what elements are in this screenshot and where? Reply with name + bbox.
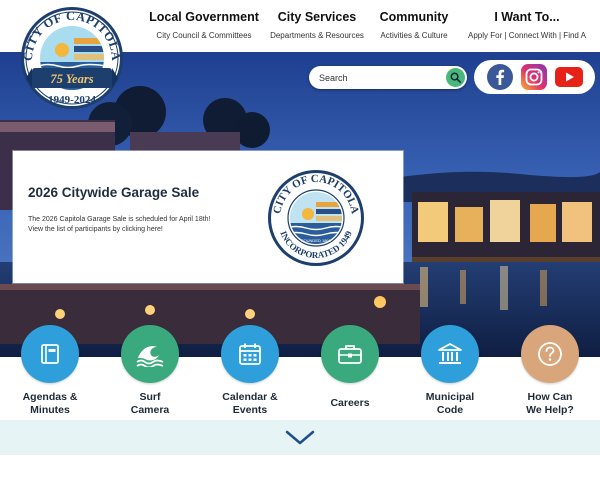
book-icon (41, 344, 59, 364)
quick-link-careers[interactable]: Careers (300, 321, 400, 410)
featured-news-card[interactable]: 2026 Citywide Garage Sale The 2026 Capit… (13, 151, 403, 283)
logo-years-text: 1949-2024 (48, 94, 96, 106)
calendar-icon (239, 343, 261, 365)
social-links (474, 60, 595, 94)
featured-news-text: The 2026 Capitola Garage Sale is schedul… (28, 216, 211, 233)
quick-link-label[interactable]: Municipal Code (400, 391, 500, 416)
quick-link-label[interactable]: How Can We Help? (500, 391, 600, 416)
quick-link-circle[interactable] (321, 325, 379, 383)
quick-link-agendas-minutes[interactable]: Agendas & Minutes (0, 321, 100, 416)
youtube-icon (555, 67, 583, 87)
nav-city-services[interactable]: City Services Departments & Resources (264, 10, 370, 40)
nav-subtitle[interactable]: Activities & Culture (372, 31, 456, 40)
facebook-icon (487, 64, 513, 90)
instagram-link[interactable] (521, 64, 547, 90)
facebook-link[interactable] (487, 64, 513, 90)
quick-link-circle[interactable] (221, 325, 279, 383)
nav-title[interactable]: Local Government (140, 10, 268, 24)
instagram-icon (521, 64, 547, 90)
city-logo[interactable]: CITY OF CAPITOLA 75 Years 1949-2024 (18, 6, 126, 112)
nav-community[interactable]: Community Activities & Culture (372, 10, 456, 40)
seal-inner-text: FOUNDED 1869 (301, 238, 332, 243)
search-button[interactable] (446, 68, 465, 87)
quick-link-label[interactable]: Careers (300, 397, 400, 410)
quick-link-circle[interactable] (421, 325, 479, 383)
briefcase-icon (338, 345, 362, 364)
nav-subtitle[interactable]: Apply For | Connect With | Find A (458, 31, 596, 40)
quick-link-circle[interactable] (521, 325, 579, 383)
nav-subtitle[interactable]: Departments & Resources (264, 31, 370, 40)
quick-link-label[interactable]: Agendas & Minutes (0, 391, 100, 416)
city-seal-image: CITY OF CAPITOLA INCORPORATED 1949 FOUND… (266, 168, 366, 268)
search-input[interactable] (319, 70, 439, 85)
quick-link-label[interactable]: Calendar & Events (200, 391, 300, 416)
logo-ribbon-text: 75 Years (50, 72, 93, 86)
nav-title[interactable]: I Want To... (458, 10, 596, 24)
search-icon (450, 72, 461, 83)
quick-link-circle[interactable] (121, 325, 179, 383)
wave-icon (136, 346, 164, 367)
youtube-link[interactable] (555, 64, 583, 90)
building-icon (438, 343, 462, 364)
nav-local-government[interactable]: Local Government City Council & Committe… (140, 10, 268, 40)
quick-link-municipal-code[interactable]: Municipal Code (400, 321, 500, 416)
main-nav: Local Government City Council & Committe… (140, 0, 600, 52)
quick-link-surf-camera[interactable]: Surf Camera (100, 321, 200, 416)
search-bar (309, 66, 467, 89)
nav-title[interactable]: City Services (264, 10, 370, 24)
nav-subtitle[interactable]: City Council & Committees (140, 31, 268, 40)
quick-links: Agendas & Minutes Surf Camera Calendar &… (0, 321, 600, 421)
nav-i-want-to[interactable]: I Want To... Apply For | Connect With | … (458, 10, 596, 40)
scroll-down-band (0, 420, 600, 455)
quick-link-label[interactable]: Surf Camera (100, 391, 200, 416)
city-seal-icon: CITY OF CAPITOLA INCORPORATED 1949 FOUND… (268, 170, 364, 266)
quick-link-calendar-events[interactable]: Calendar & Events (200, 321, 300, 416)
featured-news-title[interactable]: 2026 Citywide Garage Sale (28, 185, 199, 200)
nav-title[interactable]: Community (372, 10, 456, 24)
quick-link-circle[interactable] (21, 325, 79, 383)
city-seal-75-years: CITY OF CAPITOLA 75 Years 1949-2024 (21, 7, 123, 109)
chevron-down-icon[interactable] (285, 430, 315, 446)
quick-link-how-can-we-help[interactable]: How Can We Help? (500, 321, 600, 416)
question-icon (538, 342, 562, 366)
